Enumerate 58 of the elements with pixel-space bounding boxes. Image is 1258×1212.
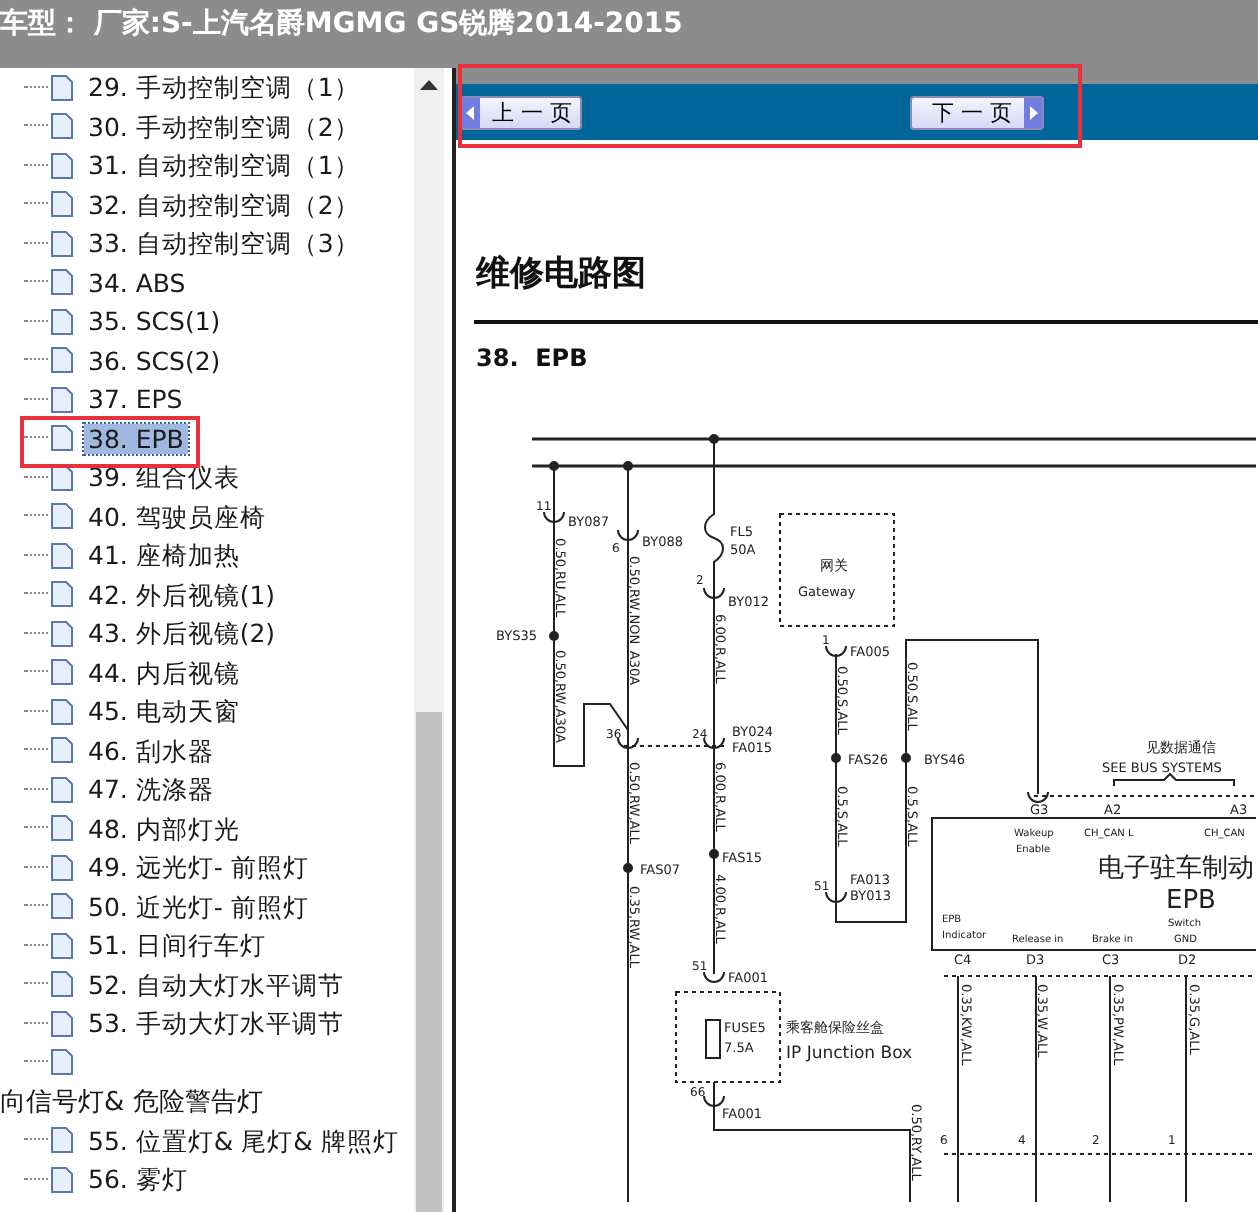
document-icon: [50, 814, 74, 843]
document-icon: [50, 775, 74, 804]
tree-item[interactable]: 34. ABS: [84, 267, 190, 298]
document-icon: [50, 1009, 74, 1038]
next-page-button[interactable]: 下 一 页: [910, 95, 1044, 129]
document-icon: [50, 1048, 74, 1077]
document-icon: [50, 736, 74, 765]
tree-item[interactable]: 52. 自动大灯水平调节: [84, 969, 348, 1000]
window-title: 车型： 厂家:S-上汽名爵MGMG GS锐腾2014-2015: [0, 5, 683, 42]
document-icon: [50, 619, 74, 648]
tree-item[interactable]: 50. 近光灯- 前照灯: [84, 891, 313, 922]
document-icon: [50, 151, 74, 180]
document-icon: [50, 307, 74, 336]
tree-item[interactable]: 49. 远光灯- 前照灯: [84, 852, 313, 883]
document-icon: [50, 268, 74, 297]
document-icon: [50, 190, 74, 219]
scroll-thumb[interactable]: [416, 712, 442, 1212]
tree-item[interactable]: 37. EPS: [84, 384, 187, 415]
diagram-label: IP Junction Box: [786, 1044, 913, 1064]
document-icon: [50, 424, 74, 453]
document-icon: [50, 1165, 74, 1194]
tree-item[interactable]: 38. EPB: [84, 423, 188, 454]
tree-item[interactable]: 40. 驾驶员座椅: [84, 501, 270, 532]
tree-item[interactable]: 41. 座椅加热: [84, 540, 244, 571]
scroll-up-icon[interactable]: [420, 80, 438, 92]
document-icon: [50, 931, 74, 960]
page-heading: 维修电路图: [476, 252, 648, 296]
document-icon: [50, 541, 74, 570]
document-icon: [50, 697, 74, 726]
scrollbar[interactable]: [414, 68, 444, 1212]
tree-item[interactable]: 55. 位置灯& 尾灯& 牌照灯: [84, 1125, 403, 1156]
document-icon: [50, 229, 74, 258]
document-icon: [50, 502, 74, 531]
tree-item[interactable]: 36. SCS(2): [84, 345, 225, 376]
document-icon: [50, 346, 74, 375]
tree-item[interactable]: 47. 洗涤器: [84, 774, 218, 805]
tree-item[interactable]: 35. SCS(1): [84, 306, 225, 337]
document-icon: [50, 970, 74, 999]
tree-item[interactable]: 45. 电动天窗: [84, 696, 244, 727]
module-title: 电子驻车制动: [1098, 854, 1254, 884]
section-title: 38. EPB: [476, 344, 590, 372]
tree-item[interactable]: 44. 内后视镜: [84, 657, 244, 688]
tree-item[interactable]: 51. 日间行车灯: [84, 930, 270, 961]
document-icon: [50, 112, 74, 141]
tree-item[interactable]: 56. 雾灯: [84, 1164, 192, 1195]
document-icon: [50, 853, 74, 882]
tree-item[interactable]: 46. 刮水器: [84, 735, 218, 766]
document-icon: [50, 658, 74, 687]
document-icon: [50, 73, 74, 102]
prev-page-button[interactable]: 上 一 页: [460, 95, 582, 129]
document-icon: [50, 385, 74, 414]
document-icon: [50, 892, 74, 921]
module-title: EPB: [1166, 886, 1216, 916]
tree-item[interactable]: 48. 内部灯光: [84, 813, 244, 844]
tree-item[interactable]: 53. 手动大灯水平调节: [84, 1008, 348, 1039]
document-icon: [50, 1126, 74, 1155]
document-icon: [50, 580, 74, 609]
tree-group-label[interactable]: 向信号灯& 危险警告灯: [0, 1083, 263, 1120]
